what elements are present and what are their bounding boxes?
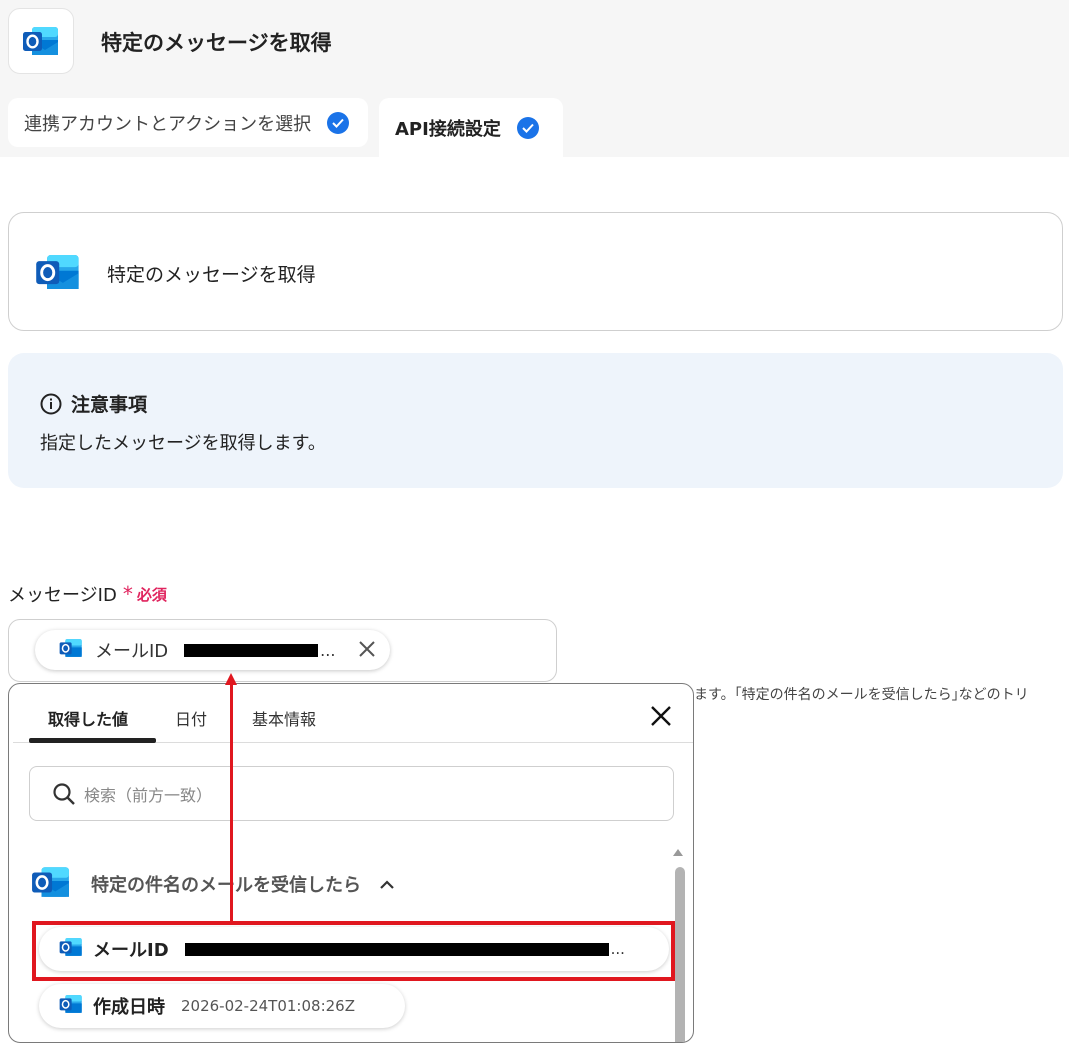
action-title: 特定のメッセージを取得 (107, 264, 316, 286)
scrollbar-thumb[interactable] (675, 867, 685, 1042)
field-label-text: メッセージID (8, 585, 117, 606)
annotation-highlight-box (32, 921, 675, 981)
annotation-arrow-head (225, 673, 237, 685)
tab-api-settings[interactable]: API接続設定 (379, 98, 563, 157)
notice-heading-text: 注意事項 (71, 394, 148, 416)
helper-text: ます。｢特定の件名のメールを受信したら｣などのトリ (694, 687, 1029, 703)
tab-account-action[interactable]: 連携アカウントとアクションを選択 (8, 98, 368, 147)
tab-date[interactable]: 日付 (175, 706, 207, 730)
field-label: メッセージID * 必須 (8, 581, 167, 607)
tab-label: API接続設定 (395, 118, 501, 140)
item-label: 作成日時 (93, 997, 165, 1018)
redacted-value (184, 643, 319, 657)
search-icon (53, 782, 75, 805)
check-icon (516, 116, 539, 139)
group-label: 特定の件名のメールを受信したら (91, 875, 361, 896)
chip-ellipsis: ... (320, 640, 336, 660)
popup-tabs: 取得した値 日付 基本情報 (13, 684, 693, 743)
tab-fetched-values[interactable]: 取得した値 (48, 706, 128, 730)
notice-heading: 注意事項 (40, 390, 147, 417)
action-card: 特定のメッセージを取得 (8, 212, 1063, 331)
close-icon[interactable] (649, 704, 673, 732)
search-input[interactable]: 検索（前方一致） (29, 766, 674, 821)
value-picker-popup: 取得した値 日付 基本情報 検索（前方一致） 特定の件名のメールを受信したら メ… (8, 683, 694, 1043)
annotation-arrow (230, 683, 233, 923)
page-title: 特定のメッセージを取得 (101, 31, 332, 55)
item-value: 2026-02-24T01:08:26Z (181, 997, 355, 1015)
value-chip[interactable]: メールID ... (35, 630, 390, 670)
outlook-icon (8, 8, 74, 74)
info-icon (40, 393, 62, 414)
notice-box: 注意事項 指定したメッセージを取得します。 (8, 353, 1063, 488)
group-header[interactable]: 特定の件名のメールを受信したら (31, 864, 395, 904)
list-item-created-at[interactable]: 作成日時 2026-02-24T01:08:26Z (39, 984, 405, 1028)
chevron-up-icon[interactable] (379, 875, 395, 894)
top-bar: 特定のメッセージを取得 連携アカウントとアクションを選択 API接続設定 (0, 0, 1069, 157)
notice-body: 指定したメッセージを取得します。 (40, 433, 326, 454)
outlook-icon (59, 993, 83, 1019)
outlook-icon (59, 637, 83, 663)
chip-label: メールID (95, 641, 169, 662)
search-placeholder: 検索（前方一致） (84, 785, 213, 805)
required-star: * (122, 582, 133, 606)
check-icon (327, 111, 350, 134)
outlook-icon (31, 864, 71, 904)
tab-basic-info[interactable]: 基本情報 (252, 706, 316, 730)
tab-label: 連携アカウントとアクションを選択 (24, 113, 312, 135)
message-id-input[interactable]: メールID ... (8, 619, 557, 682)
outlook-icon (35, 251, 81, 297)
required-badge: 必須 (136, 585, 167, 604)
active-tab-indicator (29, 738, 156, 743)
scroll-up-arrow[interactable] (673, 849, 683, 856)
remove-chip-icon[interactable] (356, 638, 378, 664)
